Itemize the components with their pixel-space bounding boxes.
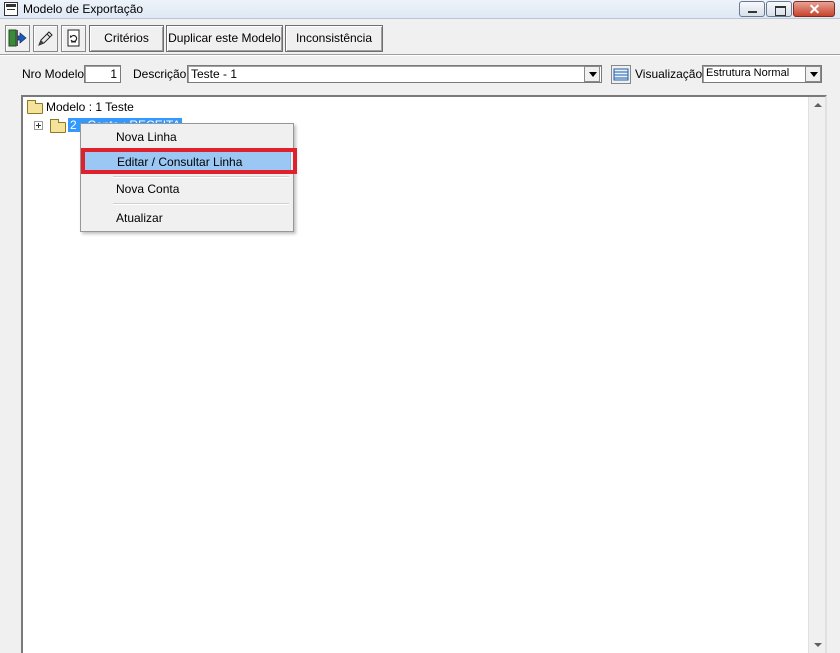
vertical-scrollbar[interactable] — [808, 97, 825, 653]
menu-separator — [113, 203, 289, 205]
inconsistencia-label: Inconsistência — [295, 31, 373, 45]
nro-modelo-label: Nro Modelo — [22, 67, 85, 81]
window-controls — [739, 1, 835, 17]
descricao-value: Teste - 1 — [191, 67, 238, 81]
pencil-icon — [38, 31, 53, 46]
menu-item-editar-consultar-linha[interactable]: Editar / Consultar Linha — [81, 148, 297, 174]
exit-door-icon — [8, 29, 27, 47]
visualizacao-dropdown-arrow[interactable] — [805, 66, 821, 82]
grid-view-button[interactable] — [611, 65, 631, 84]
descricao-dropdown[interactable]: Teste - 1 — [187, 65, 602, 83]
exit-door-button[interactable] — [5, 25, 30, 52]
tree-root-node[interactable]: Modelo : 1 Teste — [46, 100, 134, 114]
criterios-button[interactable]: Critérios — [89, 25, 164, 52]
expand-plus-icon[interactable] — [34, 121, 43, 130]
refresh-document-button[interactable] — [61, 25, 86, 52]
toolbar-separator — [0, 54, 840, 56]
visualizacao-value: Estrutura Normal — [706, 67, 790, 79]
visualizacao-label: Visualização — [635, 67, 703, 81]
child-folder-icon — [50, 119, 66, 133]
scroll-up-arrow-icon[interactable] — [809, 97, 825, 114]
visualizacao-dropdown[interactable]: Estrutura Normal — [702, 65, 822, 83]
context-menu: Nova Linha Editar / Consultar Linha Nova… — [80, 123, 297, 232]
descricao-dropdown-arrow[interactable] — [584, 66, 600, 82]
table-view-icon — [613, 68, 629, 81]
menu-item-atualizar[interactable]: Atualizar — [83, 207, 291, 229]
descricao-label: Descrição — [133, 67, 187, 81]
scroll-down-arrow-icon[interactable] — [809, 636, 825, 653]
root-folder-icon — [27, 100, 43, 114]
toolbar: Critérios Duplicar este Modelo Inconsist… — [0, 22, 840, 52]
menu-item-nova-conta[interactable]: Nova Conta — [83, 178, 291, 200]
nro-modelo-field[interactable]: 1 — [84, 65, 121, 83]
inconsistencia-button[interactable]: Inconsistência — [285, 25, 383, 52]
menu-item-nova-linha[interactable]: Nova Linha — [83, 126, 291, 148]
duplicar-modelo-label: Duplicar este Modelo — [168, 31, 281, 45]
refresh-document-icon — [67, 29, 80, 47]
window-title: Modelo de Exportação — [23, 2, 144, 16]
close-button[interactable] — [793, 1, 835, 17]
window-form-icon — [4, 2, 18, 16]
minimize-button[interactable] — [739, 1, 765, 17]
maximize-button[interactable] — [766, 1, 792, 17]
highlight-annotation-box — [81, 148, 297, 174]
title-bar: Modelo de Exportação — [0, 0, 840, 19]
edit-pencil-button[interactable] — [33, 25, 58, 52]
criterios-label: Critérios — [104, 31, 149, 45]
duplicar-modelo-button[interactable]: Duplicar este Modelo — [166, 25, 283, 52]
